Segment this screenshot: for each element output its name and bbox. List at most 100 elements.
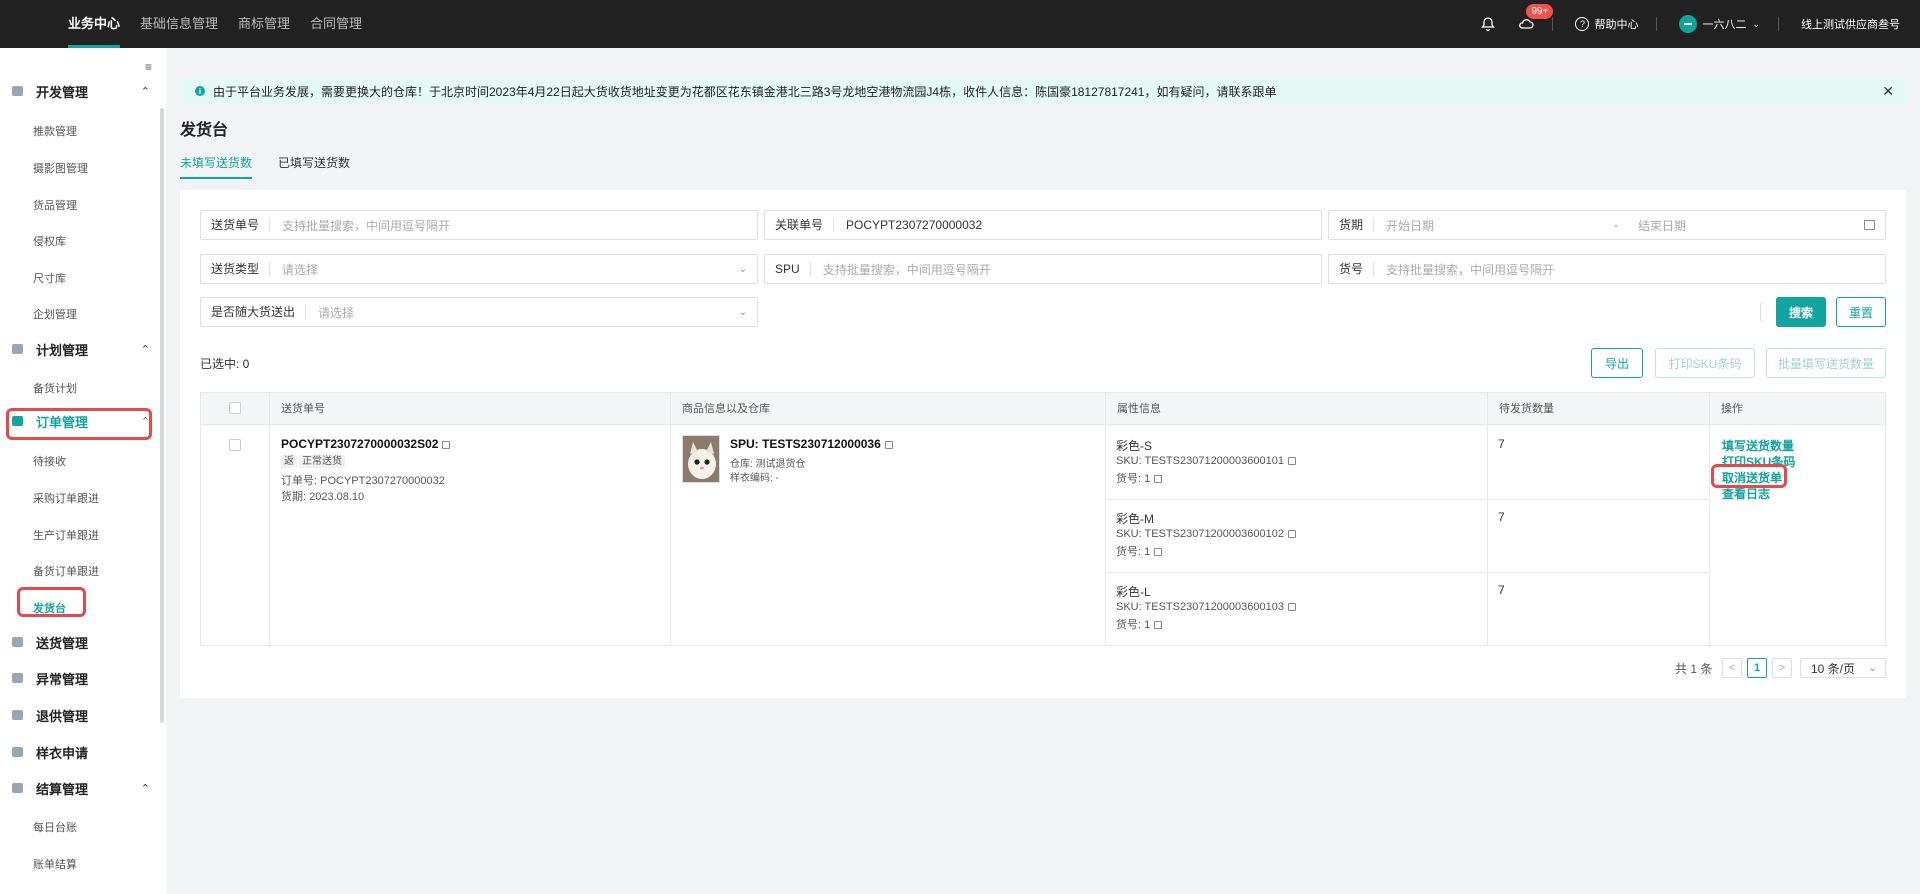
field-placeholder: 支持批量搜索，中间用逗号隔开 bbox=[1386, 262, 1555, 277]
cat-image-icon bbox=[683, 436, 719, 482]
sidebar-item-stock-order[interactable]: 备货订单跟进 bbox=[33, 563, 99, 579]
spu-text: SPU: TESTS230712000036 bbox=[730, 437, 881, 451]
help-center-link[interactable]: ? 帮助中心 bbox=[1575, 16, 1638, 32]
end-date[interactable]: 结束日期 bbox=[1638, 217, 1864, 234]
chevron-down-icon: ⌄ bbox=[1752, 18, 1760, 29]
reset-button[interactable]: 重置 bbox=[1836, 297, 1886, 327]
delivery-no-field[interactable]: 送货单号 支持批量搜索，中间用逗号隔开 bbox=[200, 210, 758, 240]
sidebar-group-exception[interactable]: 异常管理 bbox=[12, 666, 150, 690]
supplier-name[interactable]: 线上测试供应商叁号 bbox=[1801, 16, 1900, 32]
row-checkbox[interactable] bbox=[229, 439, 241, 451]
order-no: 订单号: POCYPT2307270000032 bbox=[281, 475, 445, 487]
sidebar-item-bill[interactable]: 账单结算 bbox=[33, 856, 77, 872]
nav-trademark[interactable]: 商标管理 bbox=[238, 0, 290, 48]
sku-item-text: 货号: 1 bbox=[1116, 619, 1151, 631]
copy-icon[interactable] bbox=[1287, 457, 1296, 466]
return-tag: 返 bbox=[281, 455, 297, 468]
copy-icon[interactable] bbox=[442, 440, 451, 449]
top-nav: 业务中心 基础信息管理 商标管理 合同管理 bbox=[68, 0, 382, 48]
copy-icon[interactable] bbox=[1154, 621, 1163, 630]
sidebar-group-plan[interactable]: 计划管理 ⌃ bbox=[12, 337, 150, 361]
sku-attr: 彩色-S bbox=[1116, 439, 1153, 453]
column-divider bbox=[1709, 393, 1710, 645]
delivery-type-select[interactable]: 送货类型 请选择 ⌄ bbox=[200, 254, 758, 284]
select-all-checkbox[interactable] bbox=[229, 402, 241, 414]
with-bulk-select[interactable]: 是否随大货送出 请选择 ⌄ bbox=[200, 297, 758, 327]
sku-item-text: 货号: 1 bbox=[1116, 473, 1151, 485]
related-no-field[interactable]: 关联单号 POCYPT2307270000032 bbox=[764, 210, 1322, 240]
copy-icon[interactable] bbox=[1154, 548, 1163, 557]
copy-icon[interactable] bbox=[1287, 603, 1296, 612]
nav-contract[interactable]: 合同管理 bbox=[310, 0, 362, 48]
sidebar-item-size[interactable]: 尺寸库 bbox=[33, 270, 66, 286]
settlement-icon bbox=[12, 783, 23, 793]
sidebar-group-label: 开发管理 bbox=[36, 84, 89, 100]
sidebar-item-pending[interactable]: 待接收 bbox=[33, 453, 66, 469]
question-icon: ? bbox=[1575, 17, 1590, 31]
sidebar-item-production[interactable]: 生产订单跟进 bbox=[33, 527, 99, 543]
period-range-field[interactable]: 货期 开始日期 - 结束日期 bbox=[1328, 210, 1886, 240]
content-panel: 送货单号 支持批量搜索，中间用逗号隔开 关联单号 POCYPT230727000… bbox=[180, 190, 1906, 698]
spu[interactable]: SPU: TESTS230712000036 bbox=[730, 437, 893, 451]
sidebar-group-dev[interactable]: 开发管理 ⌃ bbox=[12, 79, 150, 103]
message-badge: 99+ bbox=[1526, 4, 1554, 19]
start-date[interactable]: 开始日期 bbox=[1374, 217, 1594, 234]
divider bbox=[1656, 17, 1658, 31]
delivery-table: 送货单号 商品信息以及仓库 属性信息 待发货数量 操作 POCYPT230727… bbox=[200, 392, 1886, 646]
sidebar-item-stock-plan[interactable]: 备货计划 bbox=[33, 380, 77, 396]
export-button[interactable]: 导出 bbox=[1591, 348, 1643, 378]
nav-business-center[interactable]: 业务中心 bbox=[68, 0, 121, 48]
sidebar-item-photo[interactable]: 摄影图管理 bbox=[33, 160, 88, 176]
field-placeholder: 请选择 bbox=[282, 262, 319, 277]
user-menu[interactable]: 一六八二 ⌄ bbox=[1679, 15, 1760, 33]
field-label: SPU bbox=[765, 262, 811, 276]
spu-field[interactable]: SPU 支持批量搜索，中间用逗号隔开 bbox=[764, 254, 1322, 284]
item-no-field[interactable]: 货号 支持批量搜索，中间用逗号隔开 bbox=[1328, 254, 1886, 284]
sidebar-group-label: 退供管理 bbox=[36, 708, 89, 724]
sidebar-group-label: 异常管理 bbox=[36, 671, 89, 687]
page-size-select[interactable]: 10 条/页 ⌄ bbox=[1800, 658, 1886, 678]
search-button[interactable]: 搜索 bbox=[1776, 297, 1826, 327]
fill-quantity-link[interactable]: 填写送货数量 bbox=[1722, 437, 1794, 454]
tab-filled[interactable]: 已填写送货数 bbox=[278, 154, 350, 179]
print-sku-button[interactable]: 打印SKU条码 bbox=[1655, 348, 1755, 378]
sidebar-group-label: 结算管理 bbox=[36, 781, 89, 797]
sidebar-scrollbar[interactable] bbox=[160, 108, 164, 723]
field-label: 货期 bbox=[1329, 218, 1375, 232]
sidebar-item-push[interactable]: 推款管理 bbox=[33, 123, 77, 139]
sidebar-item-purchase[interactable]: 采购订单跟进 bbox=[33, 490, 99, 506]
close-icon[interactable]: ✕ bbox=[1882, 83, 1894, 100]
copy-icon[interactable] bbox=[1154, 475, 1163, 484]
sidebar-group-settlement[interactable]: 结算管理 ⌃ bbox=[12, 776, 150, 800]
sku-code-text: SKU: TESTS23071200003600101 bbox=[1116, 455, 1284, 467]
sidebar-item-infringe[interactable]: 侵权库 bbox=[33, 233, 66, 249]
collapse-menu-icon[interactable]: ≡ bbox=[145, 60, 152, 74]
sidebar-group-return[interactable]: 退供管理 bbox=[12, 703, 150, 727]
copy-icon[interactable] bbox=[1287, 530, 1296, 539]
sidebar-group-sample[interactable]: 样衣申请 bbox=[12, 740, 150, 764]
range-separator: - bbox=[1614, 218, 1619, 232]
batch-fill-button[interactable]: 批量填写送货数量 bbox=[1766, 348, 1886, 378]
delivery-no[interactable]: POCYPT2307270000032S02 bbox=[281, 437, 451, 451]
calendar-icon bbox=[1864, 220, 1875, 230]
top-bar: 业务中心 基础信息管理 商标管理 合同管理 99+ ? 帮助中心 一六八二 ⌄ … bbox=[0, 0, 1920, 48]
sidebar-item-goods[interactable]: 货品管理 bbox=[33, 197, 77, 213]
prev-page-button[interactable]: < bbox=[1722, 658, 1742, 678]
tab-bar: 未填写送货数 已填写送货数 bbox=[180, 154, 376, 179]
tab-unfilled[interactable]: 未填写送货数 bbox=[180, 154, 253, 179]
nav-basic-info[interactable]: 基础信息管理 bbox=[140, 0, 218, 48]
product-thumbnail[interactable] bbox=[682, 435, 720, 483]
pending-qty: 7 bbox=[1498, 437, 1505, 451]
sidebar-item-planning[interactable]: 企划管理 bbox=[33, 306, 77, 322]
chevron-down-icon: ⌄ bbox=[738, 306, 747, 318]
user-name: 一六八二 bbox=[1702, 19, 1747, 31]
column-divider bbox=[670, 393, 671, 645]
copy-icon[interactable] bbox=[884, 440, 893, 449]
next-page-button[interactable]: > bbox=[1772, 658, 1792, 678]
message-center[interactable]: 99+ bbox=[1518, 4, 1554, 32]
sidebar-group-delivery[interactable]: 送货管理 bbox=[12, 630, 150, 654]
sidebar-item-daily-ledger[interactable]: 每日台账 bbox=[33, 819, 77, 835]
notification-bell[interactable] bbox=[1480, 16, 1496, 32]
page-1-button[interactable]: 1 bbox=[1747, 658, 1767, 678]
dev-icon bbox=[12, 86, 23, 96]
